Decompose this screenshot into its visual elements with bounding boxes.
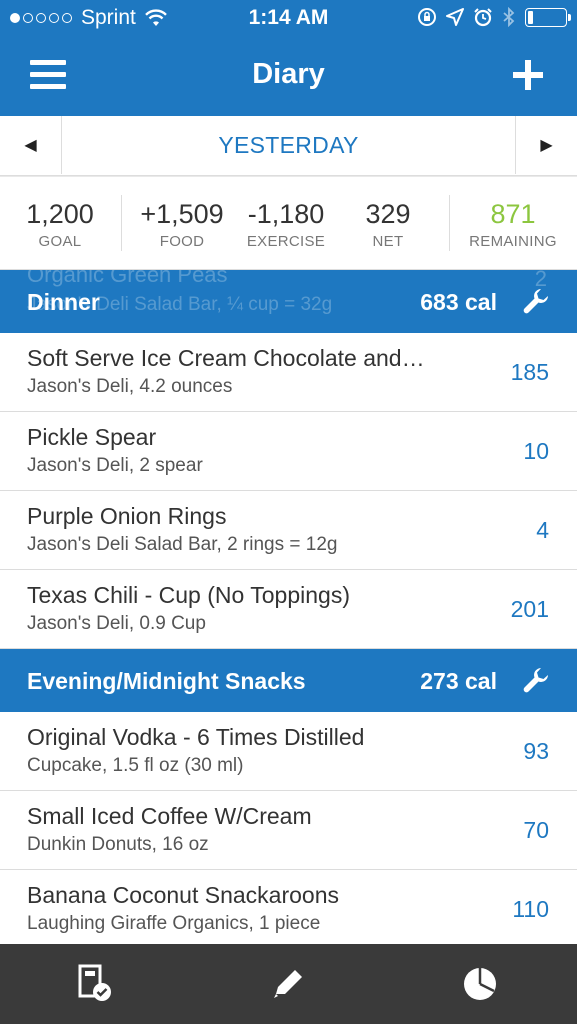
- food-description: Dunkin Donuts, 16 oz: [27, 834, 209, 855]
- date-selector: ◀ YESTERDAY ▶: [0, 116, 577, 176]
- scrolled-item-cal: 2: [534, 270, 547, 291]
- food-name: Texas Chili - Cup (No Toppings): [27, 582, 350, 608]
- food-name: Purple Onion Rings: [27, 503, 227, 529]
- food-item[interactable]: Texas Chili - Cup (No Toppings) Jason's …: [0, 570, 577, 649]
- food-description: Jason's Deli, 0.9 Cup: [27, 613, 206, 634]
- summary-remaining: 871 REMAINING: [460, 199, 566, 250]
- status-right: [417, 7, 571, 27]
- pie-chart-icon: [464, 968, 496, 1000]
- alarm-icon: [474, 8, 492, 27]
- goal-label: GOAL: [38, 233, 82, 250]
- food-name: Banana Coconut Snackaroons: [27, 882, 339, 908]
- remaining-value: 871: [490, 199, 536, 229]
- food-item[interactable]: Pickle Spear Jason's Deli, 2 spear 10: [0, 412, 577, 491]
- meal-header-snacks: Evening/Midnight Snacks 273 cal: [0, 649, 577, 712]
- tab-reports[interactable]: [384, 944, 576, 1024]
- net-value: 329: [365, 199, 411, 229]
- location-icon: [446, 8, 464, 26]
- diary-list[interactable]: Organic Green Peas Jason's Deli Salad Ba…: [0, 270, 577, 944]
- meal-header-dinner: Dinner 683 cal: [0, 270, 577, 333]
- calorie-summary[interactable]: 1,200 GOAL +1,509 FOOD -1,180 EXERCISE 3…: [0, 177, 577, 270]
- exercise-value: -1,180: [247, 199, 325, 229]
- food-name: Original Vodka - 6 Times Distilled: [27, 724, 365, 750]
- food-item[interactable]: Soft Serve Ice Cream Chocolate and… Jaso…: [0, 333, 577, 412]
- summary-exercise: -1,180 EXERCISE: [238, 199, 334, 250]
- bluetooth-icon: [503, 7, 515, 27]
- left-arrow-icon: ◀: [24, 137, 37, 154]
- current-date-label[interactable]: YESTERDAY: [62, 116, 515, 174]
- food-calories: 70: [523, 817, 549, 843]
- exercise-label: EXERCISE: [246, 233, 326, 250]
- rotation-lock-icon: [418, 8, 436, 26]
- goal-value: 1,200: [26, 199, 94, 229]
- meal-calories: 683 cal: [420, 289, 497, 315]
- summary-goal: 1,200 GOAL: [14, 199, 106, 250]
- wrench-icon[interactable]: [521, 665, 551, 695]
- food-name: Soft Serve Ice Cream Chocolate and…: [27, 345, 425, 371]
- diary-check-icon: [78, 964, 111, 1001]
- add-entry-button[interactable]: [513, 60, 543, 90]
- page-title: Diary: [252, 58, 325, 90]
- food-name: Pickle Spear: [27, 424, 157, 450]
- previous-day-button[interactable]: ◀: [0, 116, 62, 174]
- food-description: Jason's Deli, 4.2 ounces: [27, 376, 233, 397]
- net-label: NET: [372, 233, 404, 250]
- app-header: Sprint 1:14 AM Diary: [0, 0, 577, 116]
- food-value: +1,509: [140, 199, 224, 229]
- navigation-bar: Diary: [0, 42, 577, 112]
- meal-calories: 273 cal: [420, 668, 497, 694]
- meal-title: Evening/Midnight Snacks: [27, 668, 306, 694]
- food-calories: 93: [523, 738, 549, 764]
- right-arrow-icon: ▶: [540, 137, 553, 154]
- food-item[interactable]: Small Iced Coffee W/Cream Dunkin Donuts,…: [0, 791, 577, 870]
- food-description: Cupcake, 1.5 fl oz (30 ml): [27, 755, 244, 776]
- pencil-icon: [274, 970, 302, 998]
- tab-bar: [0, 944, 577, 1024]
- tab-diary[interactable]: [0, 944, 192, 1024]
- food-label: FOOD: [159, 233, 205, 250]
- remaining-label: REMAINING: [469, 233, 557, 250]
- food-calories: 185: [510, 359, 549, 385]
- meal-title: Dinner: [27, 289, 100, 315]
- food-calories: 4: [536, 517, 549, 543]
- food-description: Jason's Deli, 2 spear: [27, 455, 203, 476]
- battery-icon: [525, 7, 571, 27]
- tab-log[interactable]: [192, 944, 384, 1024]
- next-day-button[interactable]: ▶: [515, 116, 577, 174]
- food-description: Laughing Giraffe Organics, 1 piece: [27, 913, 321, 934]
- food-calories: 201: [510, 596, 549, 622]
- food-calories: 110: [512, 896, 549, 922]
- food-item[interactable]: Purple Onion Rings Jason's Deli Salad Ba…: [0, 491, 577, 570]
- summary-food: +1,509 FOOD: [134, 199, 230, 250]
- food-calories: 10: [523, 438, 549, 464]
- summary-divider: [449, 195, 450, 251]
- summary-net: 329 NET: [348, 199, 428, 250]
- food-name: Small Iced Coffee W/Cream: [27, 803, 312, 829]
- food-description: Jason's Deli Salad Bar, 2 rings = 12g: [27, 534, 338, 555]
- summary-divider: [121, 195, 122, 251]
- status-bar: Sprint 1:14 AM: [0, 0, 577, 36]
- food-item[interactable]: Original Vodka - 6 Times Distilled Cupca…: [0, 712, 577, 791]
- food-item[interactable]: Banana Coconut Snackaroons Laughing Gira…: [0, 870, 577, 944]
